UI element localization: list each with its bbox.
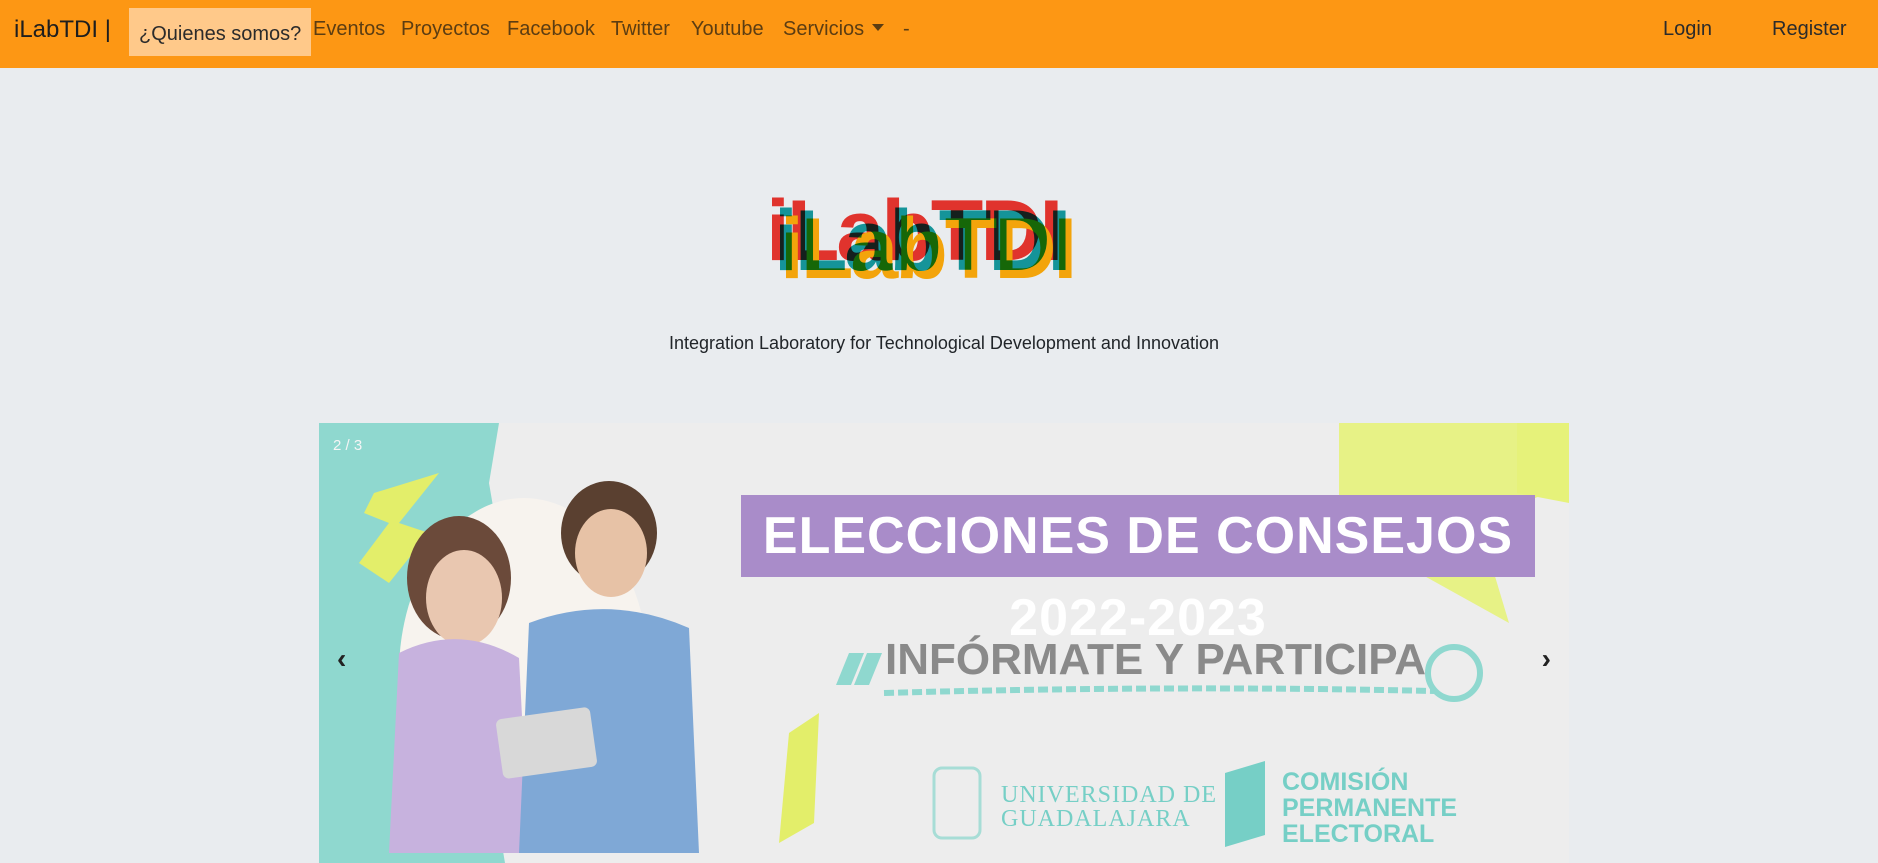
nav-youtube[interactable]: Youtube	[691, 0, 764, 58]
top-navbar: iLabTDI | ¿Quienes somos? Eventos Proyec…	[0, 0, 1878, 68]
hero-tagline: Integration Laboratory for Technological…	[668, 333, 1220, 353]
chevron-down-icon	[872, 24, 885, 32]
nav-proyectos[interactable]: Proyectos	[401, 0, 490, 58]
carousel-next-button[interactable]: ›	[1542, 645, 1551, 673]
nav-quienes-somos[interactable]: ¿Quienes somos?	[129, 8, 312, 56]
login-link[interactable]: Login	[1663, 0, 1712, 58]
nav-facebook[interactable]: Facebook	[507, 0, 595, 58]
nav-servicios-label: Servicios	[783, 18, 865, 40]
nav-servicios-dropdown[interactable]: Servicios	[783, 0, 885, 58]
ilabtdi-logo: iLabTDI iLabTDI iLabTDI	[760, 188, 1100, 296]
nav-separator-link[interactable]: -	[903, 0, 910, 58]
slide-org-cpe: COMISIÓN PERMANENTE ELECTORAL	[1282, 768, 1458, 848]
slide-subheadline: INFÓRMATE Y PARTICIPA	[885, 635, 1427, 684]
slide-headline: ELECCIONES DE CONSEJOS 2022-2023	[741, 495, 1535, 647]
register-link[interactable]: Register	[1772, 0, 1846, 58]
image-carousel: 2 / 3 ELECCIONES DE CONSEJOS 2022-2023 I…	[319, 423, 1569, 863]
logo-text-teal: iLabTDI	[774, 193, 1071, 289]
brand-link[interactable]: iLabTDI |	[14, 16, 111, 44]
nav-eventos[interactable]: Eventos	[313, 0, 385, 58]
carousel-prev-button[interactable]: ‹	[337, 645, 346, 673]
slide-org-udg: UNIVERSIDAD DE GUADALAJARA	[1001, 782, 1217, 832]
slide-counter: 2 / 3	[333, 437, 363, 454]
nav-twitter[interactable]: Twitter	[611, 0, 670, 58]
